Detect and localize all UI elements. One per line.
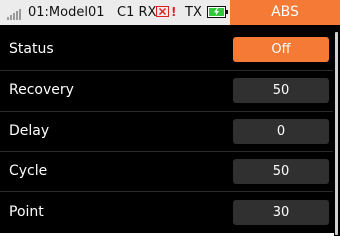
bottom-border bbox=[0, 233, 334, 236]
tx-label: TX bbox=[185, 5, 202, 20]
battery-charging-icon bbox=[207, 6, 228, 18]
setting-row-status[interactable]: Status Off bbox=[0, 29, 334, 70]
delay-value-button[interactable]: 0 bbox=[233, 119, 329, 144]
setting-row-delay[interactable]: Delay 0 bbox=[0, 111, 334, 152]
row-label: Point bbox=[9, 204, 44, 220]
rx-label: C1 RX bbox=[117, 5, 157, 20]
row-label: Recovery bbox=[9, 82, 74, 98]
status-bar: 01:Model01 C1 RX ! TX ABS bbox=[0, 0, 340, 25]
page-title: ABS bbox=[230, 0, 340, 25]
row-label: Status bbox=[9, 41, 54, 57]
setting-row-recovery[interactable]: Recovery 50 bbox=[0, 70, 334, 111]
scrollbar[interactable] bbox=[335, 32, 338, 235]
recovery-value-button[interactable]: 50 bbox=[233, 78, 329, 103]
signal-bars-icon bbox=[7, 8, 21, 20]
setting-row-point[interactable]: Point 30 bbox=[0, 192, 334, 233]
cycle-value-button[interactable]: 50 bbox=[233, 159, 329, 184]
model-name[interactable]: 01:Model01 bbox=[28, 5, 105, 20]
row-label: Delay bbox=[9, 123, 50, 139]
abs-screen: 01:Model01 C1 RX ! TX ABS Status Off Rec… bbox=[0, 0, 340, 236]
rx-warning-mark: ! bbox=[171, 5, 177, 19]
disconnected-x-icon bbox=[156, 6, 169, 17]
row-label: Cycle bbox=[9, 163, 48, 179]
status-value-button[interactable]: Off bbox=[233, 37, 329, 62]
point-value-button[interactable]: 30 bbox=[233, 200, 329, 225]
setting-row-cycle[interactable]: Cycle 50 bbox=[0, 151, 334, 192]
